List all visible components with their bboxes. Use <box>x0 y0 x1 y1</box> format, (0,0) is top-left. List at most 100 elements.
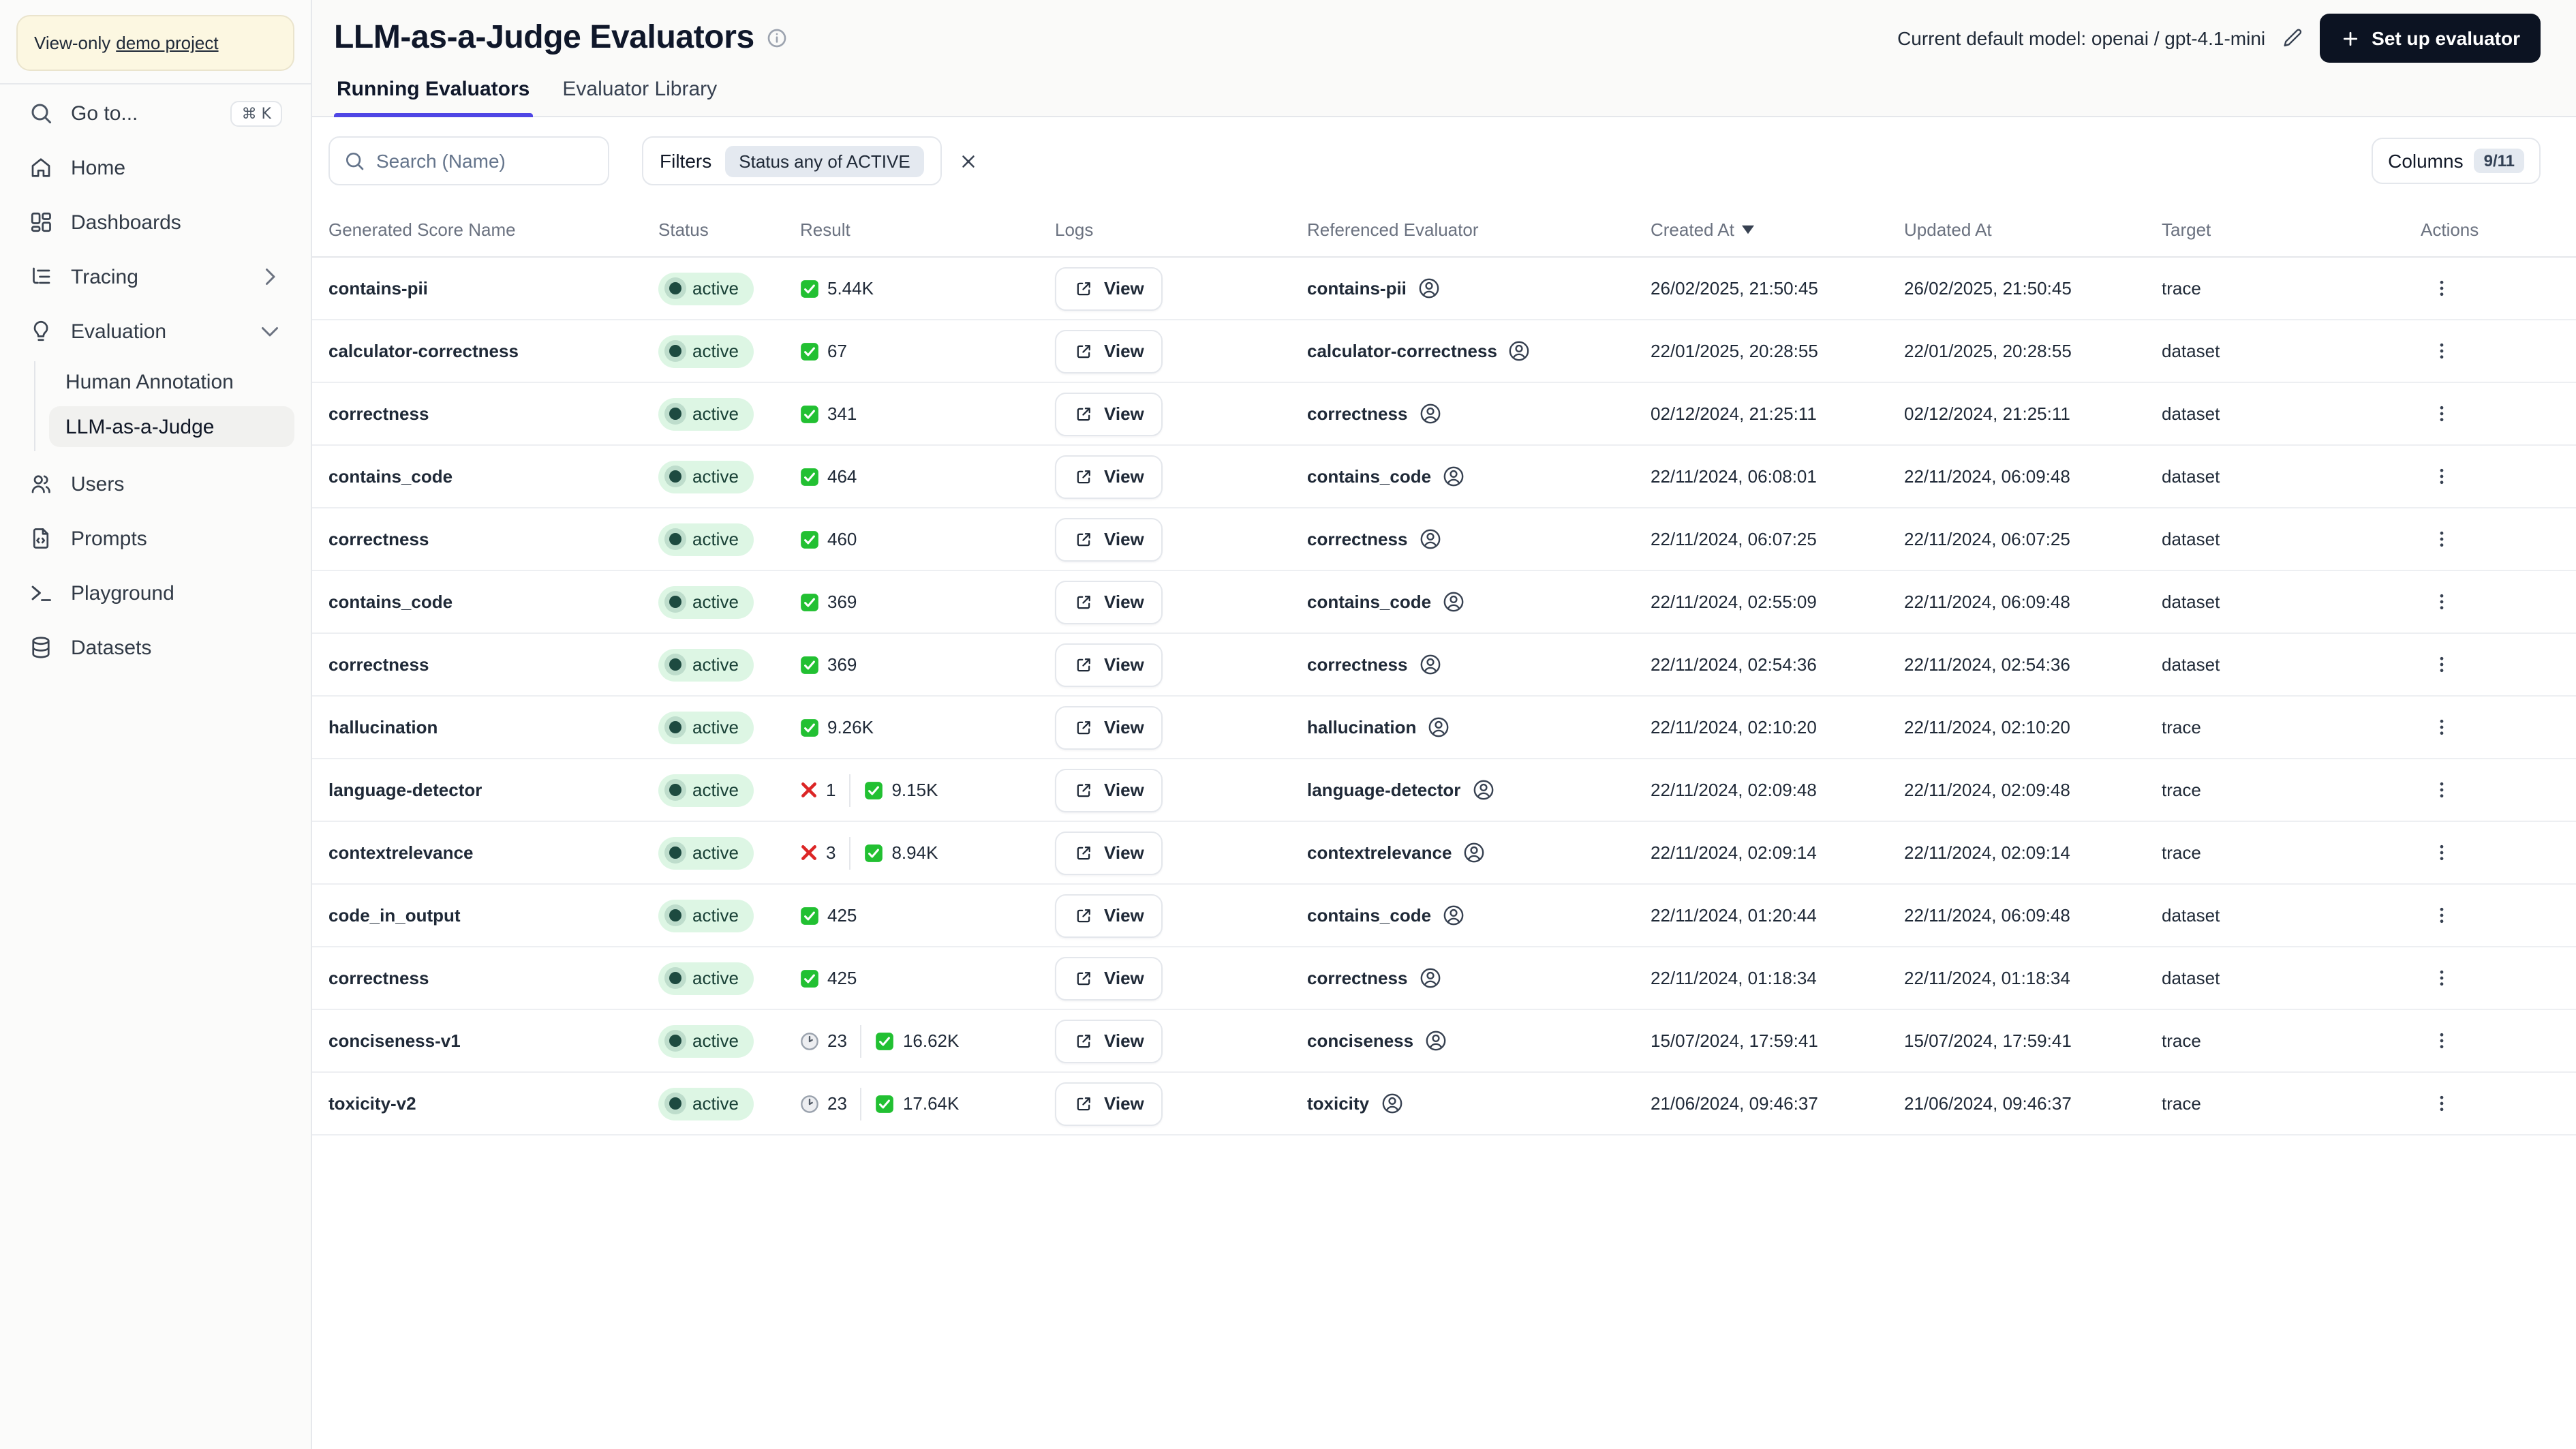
view-logs-button[interactable]: View <box>1055 1082 1163 1125</box>
referenced-evaluator-link[interactable]: contains_code <box>1307 592 1431 612</box>
tab-evaluator-library[interactable]: Evaluator Library <box>559 78 720 116</box>
referenced-evaluator-link[interactable]: correctness <box>1307 654 1407 675</box>
tab-running-evaluators[interactable]: Running Evaluators <box>334 78 532 117</box>
table-row[interactable]: calculator-correctness active 67 View ca… <box>312 320 2576 383</box>
view-logs-button[interactable]: View <box>1055 392 1163 436</box>
table-row[interactable]: correctness active 369 View correctness … <box>312 634 2576 697</box>
user-circle-icon <box>1465 842 1484 863</box>
sidebar-item-playground[interactable]: Playground <box>16 568 294 617</box>
view-logs-button[interactable]: View <box>1055 894 1163 937</box>
columns-button[interactable]: Columns 9/11 <box>2372 138 2541 184</box>
row-actions-button[interactable] <box>2423 962 2460 994</box>
table-row[interactable]: language-detector active 1 9.15K View la… <box>312 759 2576 822</box>
view-logs-button[interactable]: View <box>1055 956 1163 1000</box>
edit-model-button[interactable] <box>2282 27 2303 49</box>
setup-evaluator-button[interactable]: Set up evaluator <box>2320 14 2541 63</box>
success-count: 460 <box>800 529 857 549</box>
demo-project-link[interactable]: demo project <box>116 33 218 53</box>
sidebar-item-home[interactable]: Home <box>16 143 294 192</box>
table-row[interactable]: contains_code active 464 View contains_c… <box>312 446 2576 508</box>
view-logs-button[interactable]: View <box>1055 768 1163 812</box>
row-actions-button[interactable] <box>2423 712 2460 743</box>
created-at: 22/11/2024, 02:55:09 <box>1651 592 1817 612</box>
referenced-evaluator-link[interactable]: correctness <box>1307 403 1407 424</box>
success-count: 369 <box>800 654 857 675</box>
sidebar-item-prompts[interactable]: Prompts <box>16 514 294 563</box>
row-actions-button[interactable] <box>2423 523 2460 555</box>
table-row[interactable]: conciseness-v1 active 23 16.62K View con… <box>312 1010 2576 1073</box>
table-row[interactable]: correctness active 460 View correctness … <box>312 508 2576 571</box>
referenced-evaluator-link[interactable]: contains_code <box>1307 905 1431 926</box>
sidebar-item-evaluation[interactable]: Evaluation <box>16 307 294 356</box>
table-row[interactable]: correctness active 341 View correctness … <box>312 383 2576 446</box>
view-logs-button[interactable]: View <box>1055 517 1163 561</box>
referenced-evaluator-link[interactable]: calculator-correctness <box>1307 341 1497 361</box>
view-label: View <box>1104 592 1144 612</box>
view-logs-button[interactable]: View <box>1055 580 1163 624</box>
row-actions-button[interactable] <box>2423 273 2460 304</box>
referenced-evaluator-link[interactable]: language-detector <box>1307 780 1460 800</box>
tab-bar: Running Evaluators Evaluator Library <box>312 78 2576 117</box>
table-row[interactable]: contains-pii active 5.44K View contains-… <box>312 258 2576 320</box>
row-actions-button[interactable] <box>2423 398 2460 429</box>
table-body: contains-pii active 5.44K View contains-… <box>312 258 2576 1135</box>
external-link-icon <box>1077 407 1090 421</box>
referenced-evaluator-link[interactable]: hallucination <box>1307 717 1416 737</box>
row-actions-button[interactable] <box>2423 837 2460 868</box>
view-label: View <box>1104 905 1144 926</box>
referenced-evaluator-link[interactable]: correctness <box>1307 968 1407 988</box>
view-logs-button[interactable]: View <box>1055 455 1163 498</box>
table-row[interactable]: contains_code active 369 View contains_c… <box>312 571 2576 634</box>
referenced-evaluator-link[interactable]: contains-pii <box>1307 278 1407 299</box>
sidebar-item-datasets[interactable]: Datasets <box>16 623 294 672</box>
row-actions-button[interactable] <box>2423 461 2460 492</box>
success-count: 9.26K <box>800 717 874 737</box>
referenced-evaluator-link[interactable]: toxicity <box>1307 1093 1369 1114</box>
column-header-created-at[interactable]: Created At <box>1651 219 1904 239</box>
view-logs-button[interactable]: View <box>1055 705 1163 749</box>
referenced-evaluator-link[interactable]: contains_code <box>1307 466 1431 487</box>
table-row[interactable]: code_in_output active 425 View contains_… <box>312 885 2576 947</box>
clear-filters-button[interactable] <box>953 145 984 177</box>
view-logs-button[interactable]: View <box>1055 329 1163 373</box>
referenced-evaluator-link[interactable]: correctness <box>1307 529 1407 549</box>
row-actions-button[interactable] <box>2423 774 2460 806</box>
row-actions-button[interactable] <box>2423 1025 2460 1056</box>
table-row[interactable]: correctness active 425 View correctness … <box>312 947 2576 1010</box>
row-actions-button[interactable] <box>2423 586 2460 617</box>
sidebar-item-tracing[interactable]: Tracing <box>16 252 294 301</box>
sidebar-item-label: Users <box>71 472 125 495</box>
goto-button[interactable]: Go to... ⌘ K <box>16 89 294 138</box>
status-label: active <box>692 529 739 549</box>
target: trace <box>2162 278 2201 299</box>
status-dot-icon <box>669 282 681 294</box>
table-row[interactable]: hallucination active 9.26K View hallucin… <box>312 697 2576 759</box>
success-check-icon <box>865 844 883 861</box>
info-icon[interactable] <box>767 27 788 49</box>
view-logs-button[interactable]: View <box>1055 1019 1163 1063</box>
external-link-icon <box>1077 1097 1090 1110</box>
row-actions-button[interactable] <box>2423 335 2460 367</box>
status-badge: active <box>658 899 754 932</box>
row-actions-button[interactable] <box>2423 1088 2460 1119</box>
filters-button[interactable]: Filters Status any of ACTIVE <box>642 136 942 185</box>
sidebar-item-human-annotation[interactable]: Human Annotation <box>49 361 294 402</box>
view-logs-button[interactable]: View <box>1055 831 1163 874</box>
row-actions-button[interactable] <box>2423 900 2460 931</box>
sidebar-item-dashboards[interactable]: Dashboards <box>16 198 294 247</box>
view-logs-button[interactable]: View <box>1055 643 1163 686</box>
table-row[interactable]: toxicity-v2 active 23 17.64K View toxici… <box>312 1073 2576 1135</box>
sidebar-item-llm-as-a-judge[interactable]: LLM-as-a-Judge <box>49 406 294 447</box>
sidebar-item-users[interactable]: Users <box>16 459 294 508</box>
search-input[interactable] <box>328 136 609 185</box>
referenced-evaluator-link[interactable]: contextrelevance <box>1307 842 1452 863</box>
row-actions-button[interactable] <box>2423 649 2460 680</box>
referenced-evaluator-link[interactable]: conciseness <box>1307 1031 1413 1051</box>
table-row[interactable]: contextrelevance active 3 8.94K View con… <box>312 822 2576 885</box>
updated-at: 22/11/2024, 02:09:14 <box>1904 842 2070 863</box>
plus-icon <box>2344 31 2358 46</box>
view-logs-button[interactable]: View <box>1055 266 1163 310</box>
created-at: 22/11/2024, 06:07:25 <box>1651 529 1817 549</box>
updated-at: 21/06/2024, 09:46:37 <box>1904 1093 2072 1114</box>
view-label: View <box>1104 1031 1144 1051</box>
